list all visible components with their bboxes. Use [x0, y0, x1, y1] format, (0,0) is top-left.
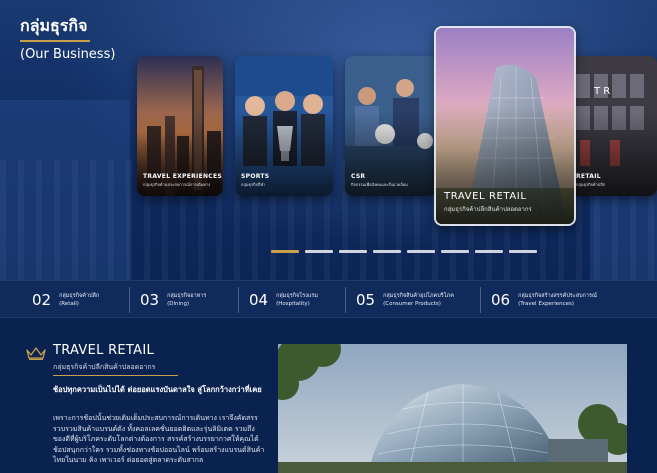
- page-title: กลุ่มธุรกิจ: [20, 16, 88, 35]
- carousel-pagination: [271, 250, 537, 253]
- tab-label-en: (Hospitality): [276, 301, 310, 307]
- page-subtitle: (Our Business): [20, 47, 116, 62]
- tab-label-th: กลุ่มธุรกิจอาหาร: [167, 293, 207, 299]
- carousel-dot-3[interactable]: [339, 250, 367, 253]
- glass-dome-building-image: [278, 344, 627, 473]
- card-travel-experiences[interactable]: TRAVEL EXPERIENCES กลุ่มธุรกิจด้านประสบก…: [137, 56, 223, 196]
- section-subtitle: กลุ่มธุรกิจค้าปลีกสินค้าปลอดอากร: [53, 363, 156, 371]
- tab-dining[interactable]: 03 กลุ่มธุรกิจอาหาร (Dining): [129, 287, 206, 313]
- tab-hospitality[interactable]: 04 กลุ่มธุรกิจโรงแรม (Hospitality): [238, 287, 318, 313]
- tab-label-th: กลุ่มธุรกิจสร้างสรรค์ประสบการณ์: [518, 293, 598, 299]
- tab-label-en: (Retail): [59, 301, 79, 307]
- section-body: เพราะการช้อปนั้นช่วยเติมเต็มประสบการณ์กา…: [53, 414, 265, 464]
- svg-text:T R: T R: [593, 86, 610, 97]
- card-retail[interactable]: T R RETAIL กลุ่มธุรกิจค้าปลีก: [570, 56, 657, 196]
- tab-number: 04: [249, 291, 269, 309]
- business-tab-bar: 02 กลุ่มธุรกิจค้าปลีก (Retail) 03 กลุ่มธุ…: [0, 280, 657, 318]
- tab-number: 05: [356, 291, 376, 309]
- hero-carousel: กลุ่มธุรกิจ (Our Business) TRAVEL EXPERI…: [0, 0, 657, 280]
- tab-label-en: (Consumer Products): [383, 301, 441, 307]
- tab-label-en: (Dining): [167, 301, 190, 307]
- tab-number: 02: [32, 291, 52, 309]
- tab-consumer-products[interactable]: 05 กลุ่มธุรกิจสินค้าอุปโภคบริโภค (Consume…: [345, 287, 454, 313]
- tab-number: 06: [491, 291, 511, 309]
- card-label: TRAVEL RETAIL: [444, 191, 527, 202]
- tab-label-th: กลุ่มธุรกิจโรงแรม: [276, 293, 319, 299]
- carousel-dot-7[interactable]: [475, 250, 503, 253]
- carousel-dot-1[interactable]: [271, 250, 299, 253]
- section-underline: [53, 375, 178, 376]
- carousel-dot-8[interactable]: [509, 250, 537, 253]
- tab-label-th: กลุ่มธุรกิจค้าปลีก: [59, 293, 100, 299]
- section-title: TRAVEL RETAIL: [53, 343, 155, 358]
- crown-icon: [26, 347, 46, 360]
- tab-label-th: กลุ่มธุรกิจสินค้าอุปโภคบริโภค: [383, 293, 454, 299]
- title-underline: [20, 40, 90, 42]
- tab-number: 03: [140, 291, 160, 309]
- carousel-dot-5[interactable]: [407, 250, 435, 253]
- card-sublabel: กิจกรรมเพื่อสังคมและสิ่งแวดล้อม: [351, 182, 408, 187]
- card-label: TRAVEL EXPERIENCES: [143, 173, 223, 180]
- card-label: RETAIL: [576, 173, 601, 180]
- card-csr[interactable]: CSR กิจกรรมเพื่อสังคมและสิ่งแวดล้อม: [345, 56, 437, 196]
- card-sublabel: กลุ่มธุรกิจกีฬา: [241, 182, 266, 187]
- card-sublabel: กลุ่มธุรกิจด้านประสบการณ์การเดินทาง: [143, 182, 211, 187]
- section-lead: ช้อปทุกความเป็นไปได้ ต่อยอดแรงบันดาลใจ ส…: [53, 385, 262, 394]
- carousel-dot-2[interactable]: [305, 250, 333, 253]
- card-sports[interactable]: SPORTS กลุ่มธุรกิจกีฬา: [235, 56, 333, 196]
- card-sublabel: กลุ่มธุรกิจค้าปลีก: [576, 182, 606, 187]
- card-sublabel: กลุ่มธุรกิจค้าปลีกสินค้าปลอดอากร: [444, 206, 532, 213]
- tab-retail[interactable]: 02 กลุ่มธุรกิจค้าปลีก (Retail): [22, 287, 99, 313]
- tab-travel-experiences[interactable]: 06 กลุ่มธุรกิจสร้างสรรค์ประสบการณ์ (Trave…: [480, 287, 597, 313]
- card-travel-retail-active[interactable]: TRAVEL RETAIL กลุ่มธุรกิจค้าปลีกสินค้าปล…: [434, 26, 576, 226]
- carousel-dot-4[interactable]: [373, 250, 401, 253]
- card-label: SPORTS: [241, 173, 270, 180]
- tab-label-en: (Travel Experiences): [518, 301, 575, 307]
- carousel-dot-6[interactable]: [441, 250, 469, 253]
- travel-retail-photo: [278, 344, 627, 473]
- card-label: CSR: [351, 173, 366, 180]
- business-detail-section: TRAVEL RETAIL กลุ่มธุรกิจค้าปลีกสินค้าปล…: [0, 318, 657, 473]
